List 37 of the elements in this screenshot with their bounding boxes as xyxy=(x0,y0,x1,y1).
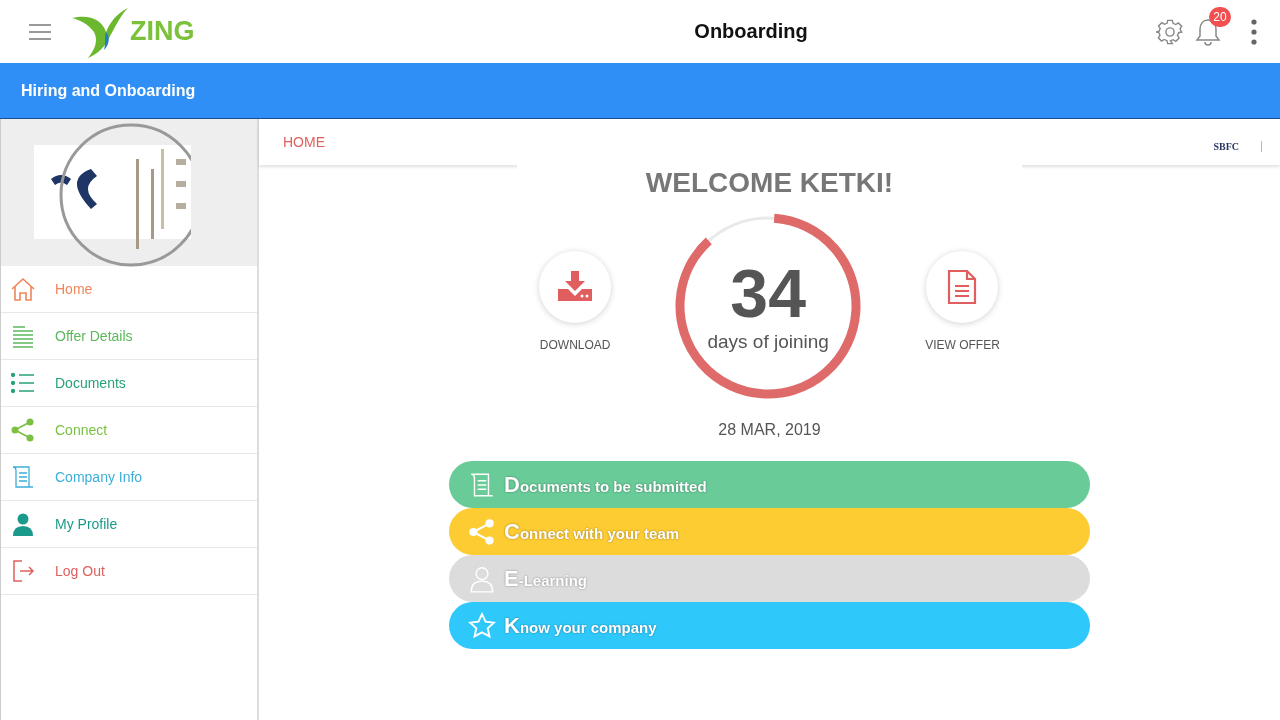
view-offer-button[interactable] xyxy=(926,250,999,323)
lines-icon xyxy=(10,323,36,349)
list-icon xyxy=(10,370,36,396)
document-icon xyxy=(947,268,978,305)
action-label: VIEW OFFER xyxy=(925,337,1000,352)
brand-name: ZING xyxy=(130,16,196,47)
nav-item[interactable]: Connect xyxy=(1,407,257,454)
nav-item[interactable]: Offer Details xyxy=(1,313,257,360)
company-logo: SBFC xyxy=(1213,140,1262,152)
nav-item[interactable]: Log Out xyxy=(1,548,257,595)
person-icon xyxy=(468,564,496,593)
home-icon xyxy=(10,276,36,302)
download-icon xyxy=(558,270,593,303)
menu-icon[interactable] xyxy=(28,22,52,41)
more-options-icon[interactable] xyxy=(1250,18,1258,45)
breadcrumb-tab[interactable]: HOME xyxy=(283,134,325,150)
action-tile[interactable]: Connect with your team xyxy=(449,508,1090,555)
settings-icon[interactable] xyxy=(1156,17,1184,46)
welcome-heading: WELCOME KETKI! xyxy=(645,167,894,199)
scroll-icon xyxy=(10,464,36,490)
nav-item[interactable]: My Profile xyxy=(1,501,257,548)
nav-item[interactable]: Company Info xyxy=(1,454,257,501)
share-icon xyxy=(10,417,36,443)
star-icon xyxy=(468,611,496,640)
page-title: Onboarding xyxy=(693,20,809,43)
person-icon xyxy=(10,511,36,537)
logout-icon xyxy=(10,558,36,584)
notification-count: 20 xyxy=(1209,6,1231,27)
download-button[interactable] xyxy=(539,250,612,323)
joining-date: 28 MAR, 2019 xyxy=(718,421,821,439)
section-title: Hiring and Onboarding xyxy=(21,81,196,100)
action-tile[interactable]: Know your company xyxy=(449,602,1090,649)
share-icon xyxy=(468,517,496,546)
action-tile[interactable]: Documents to be submitted xyxy=(449,461,1090,508)
nav-item[interactable]: Documents xyxy=(1,360,257,407)
action-label: DOWNLOAD xyxy=(539,337,611,352)
nav-item[interactable]: Home xyxy=(1,266,257,313)
